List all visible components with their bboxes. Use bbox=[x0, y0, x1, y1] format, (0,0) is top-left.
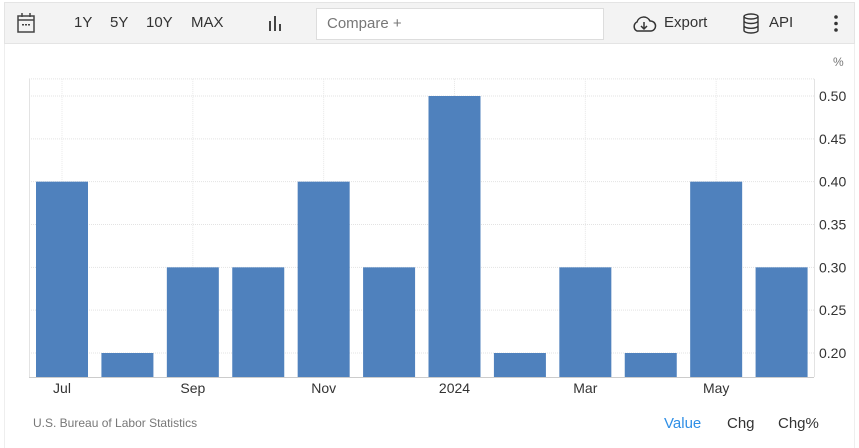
bar-oct bbox=[232, 267, 285, 377]
unit-label: % bbox=[833, 55, 844, 69]
bar-nov bbox=[297, 181, 350, 377]
bar-mar bbox=[559, 267, 612, 377]
x-tick-label: May bbox=[703, 380, 729, 396]
x-tick-label: Nov bbox=[311, 380, 336, 396]
y-tick-label: 0.40 bbox=[819, 174, 846, 190]
y-tick-label: 0.35 bbox=[819, 217, 846, 233]
x-tick-label: Jul bbox=[53, 380, 71, 396]
bar-sep bbox=[166, 267, 219, 377]
mode-chg-tab[interactable]: Chg bbox=[727, 415, 755, 432]
mode-chg-pct-tab[interactable]: Chg% bbox=[778, 415, 819, 432]
y-tick-label: 0.25 bbox=[819, 302, 846, 318]
mode-value-tab[interactable]: Value bbox=[664, 415, 701, 432]
bar-jun bbox=[755, 267, 808, 377]
x-tick-label: Sep bbox=[180, 380, 205, 396]
bar-jan bbox=[428, 96, 481, 377]
y-tick-label: 0.20 bbox=[819, 345, 846, 361]
y-tick-label: 0.45 bbox=[819, 131, 846, 147]
y-tick-label: 0.50 bbox=[819, 88, 846, 104]
bar-dec bbox=[363, 267, 416, 377]
source-label: U.S. Bureau of Labor Statistics bbox=[33, 416, 198, 430]
bar-feb bbox=[493, 353, 546, 377]
x-tick-label: 2024 bbox=[439, 380, 470, 396]
x-tick-label: Mar bbox=[573, 380, 597, 396]
bar-jul bbox=[36, 181, 88, 377]
bar-may bbox=[690, 181, 743, 377]
bar-chart: 0.20 0.25 0.30 0.35 0.40 0.45 0.50% Jul Sep Nov 20… bbox=[29, 55, 846, 396]
y-tick-label: 0.30 bbox=[819, 259, 846, 275]
bar-apr bbox=[624, 353, 677, 377]
bar-aug bbox=[101, 353, 154, 377]
